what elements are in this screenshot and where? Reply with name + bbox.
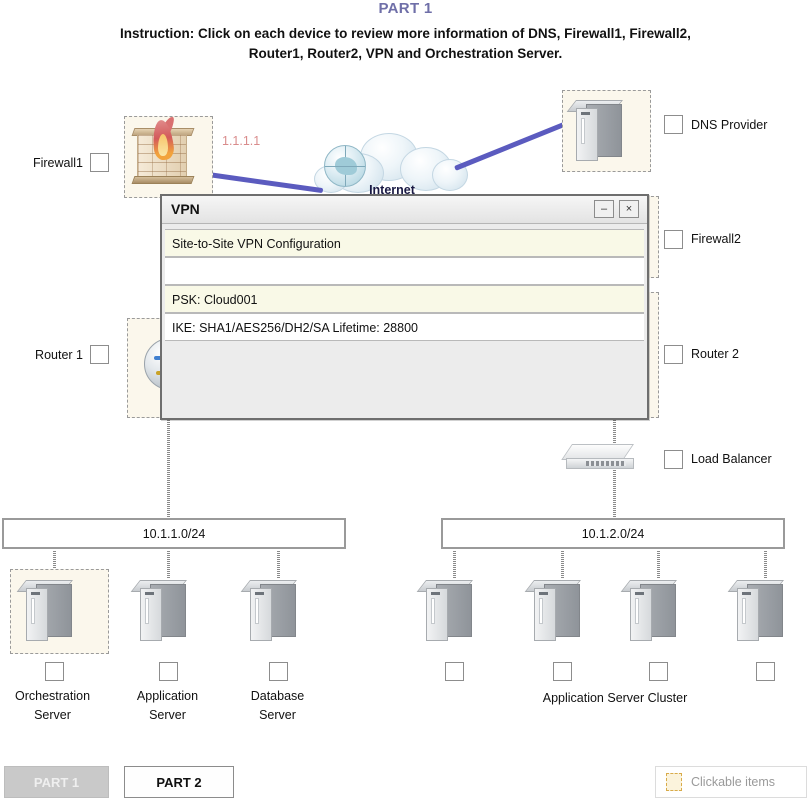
server-face: [534, 588, 556, 641]
server-led: [539, 592, 548, 595]
instruction-line-1: Instruction: Click on each device to rev…: [120, 26, 691, 41]
cable-subnet-right-server-3: [657, 551, 660, 579]
vpn-row-1: [165, 257, 644, 285]
link-firewall1-internet: [207, 172, 324, 194]
server-led: [255, 592, 264, 595]
dns-provider-label: DNS Provider: [691, 118, 768, 132]
checkbox-cluster-server-1[interactable]: [445, 662, 464, 681]
subnet-bar-right[interactable]: 10.1.2.0/24: [441, 518, 785, 549]
server-icon-application[interactable]: [130, 578, 198, 646]
server-led: [431, 592, 440, 595]
vpn-row-3: IKE: SHA1/AES256/DH2/SA Lifetime: 28800: [165, 313, 644, 341]
application-server-cluster-label: Application Server Cluster: [542, 691, 688, 705]
cable-subnet-right-server-1: [453, 551, 456, 579]
vpn-row-0: Site-to-Site VPN Configuration: [165, 229, 644, 257]
server-slot: [581, 118, 585, 144]
server-slot: [255, 598, 259, 624]
firewall2-label: Firewall2: [691, 232, 742, 246]
diagram-canvas: PART 1 Instruction: Click on each device…: [0, 0, 811, 803]
server-led: [31, 592, 40, 595]
subnet-right-label: 10.1.2.0/24: [581, 526, 645, 541]
vpn-row-2: PSK: Cloud001: [165, 285, 644, 313]
vpn-dialog-titlebar: VPN – ×: [162, 196, 647, 224]
vpn-dialog-body: [165, 341, 644, 397]
checkbox-cluster-server-3[interactable]: [649, 662, 668, 681]
server-icon-cluster-1[interactable]: [416, 578, 484, 646]
vpn-dialog-title: VPN: [171, 201, 200, 217]
router1-label: Router 1: [35, 348, 83, 362]
server-icon-cluster-4[interactable]: [727, 578, 795, 646]
firewall-bottom-cap: [131, 176, 195, 184]
server-led: [145, 592, 154, 595]
globe-landmass: [335, 157, 357, 175]
orchestration-server-label-line2: Server: [34, 708, 71, 722]
database-server-label-line1: Database: [250, 689, 305, 703]
cable-subnet-left-server-3: [277, 551, 280, 579]
instruction-text: Instruction: Click on each device to rev…: [60, 24, 751, 64]
server-face: [426, 588, 448, 641]
server-slot: [431, 598, 435, 624]
checkbox-cluster-server-2[interactable]: [553, 662, 572, 681]
server-face: [26, 588, 48, 641]
cable-router1-subnet-left: [167, 418, 170, 521]
firewall-icon-1[interactable]: [131, 114, 205, 192]
orchestration-server-label-line1: Orchestration: [14, 689, 91, 703]
router2-label: Router 2: [691, 347, 739, 361]
server-face: [140, 588, 162, 641]
server-slot: [539, 598, 543, 624]
server-icon-cluster-3[interactable]: [620, 578, 688, 646]
checkbox-load-balancer[interactable]: [664, 450, 683, 469]
cable-subnet-right-server-2: [561, 551, 564, 579]
application-server-label-line2: Server: [149, 708, 186, 722]
part2-button[interactable]: PART 2: [124, 766, 234, 798]
subnet-bar-left[interactable]: 10.1.1.0/24: [2, 518, 346, 549]
server-led: [635, 592, 644, 595]
load-balancer-icon[interactable]: [561, 444, 640, 478]
server-slot: [742, 598, 746, 624]
server-icon-database[interactable]: [240, 578, 308, 646]
instruction-line-2: Router1, Router2, VPN and Orchestration …: [248, 46, 563, 61]
cable-subnet-left-server-2: [167, 551, 170, 579]
server-led: [581, 112, 590, 115]
page-title: PART 1: [378, 0, 433, 17]
clickable-items-label: Clickable items: [691, 775, 776, 789]
clickable-items-legend: Clickable items: [655, 766, 807, 798]
globe-icon: [324, 145, 366, 187]
server-slot: [635, 598, 639, 624]
part1-button[interactable]: PART 1: [4, 766, 109, 798]
checkbox-orchestration-server[interactable]: [45, 662, 64, 681]
close-icon[interactable]: ×: [619, 200, 639, 218]
server-led: [742, 592, 751, 595]
dns-server-icon[interactable]: [566, 98, 634, 166]
firewall1-label: Firewall1: [32, 156, 83, 170]
checkbox-router2[interactable]: [664, 345, 683, 364]
checkbox-firewall1[interactable]: [90, 153, 109, 172]
server-face: [250, 588, 272, 641]
load-balancer-label: Load Balancer: [691, 452, 772, 466]
server-slot: [145, 598, 149, 624]
server-face: [630, 588, 652, 641]
load-balancer-ports: [586, 461, 626, 466]
checkbox-firewall2[interactable]: [664, 230, 683, 249]
checkbox-dns-provider[interactable]: [664, 115, 683, 134]
checkbox-database-server[interactable]: [269, 662, 288, 681]
cable-subnet-right-server-4: [764, 551, 767, 579]
vpn-dialog[interactable]: VPN – × Site-to-Site VPN Configuration P…: [160, 194, 649, 420]
application-server-label-line1: Application: [136, 689, 199, 703]
firewall1-ip-label: 1.1.1.1: [222, 134, 261, 148]
server-icon-orchestration[interactable]: [16, 578, 84, 646]
subnet-left-label: 10.1.1.0/24: [142, 526, 206, 541]
server-icon-cluster-2[interactable]: [524, 578, 592, 646]
clickable-swatch-icon: [666, 773, 682, 791]
server-slot: [31, 598, 35, 624]
internet-cloud: Internet: [312, 131, 472, 201]
checkbox-router1[interactable]: [90, 345, 109, 364]
server-face: [576, 108, 598, 161]
server-face: [737, 588, 759, 641]
database-server-label-line2: Server: [259, 708, 296, 722]
minimize-icon[interactable]: –: [594, 200, 614, 218]
checkbox-cluster-server-4[interactable]: [756, 662, 775, 681]
checkbox-application-server[interactable]: [159, 662, 178, 681]
firewall-flame-inner: [158, 134, 168, 156]
